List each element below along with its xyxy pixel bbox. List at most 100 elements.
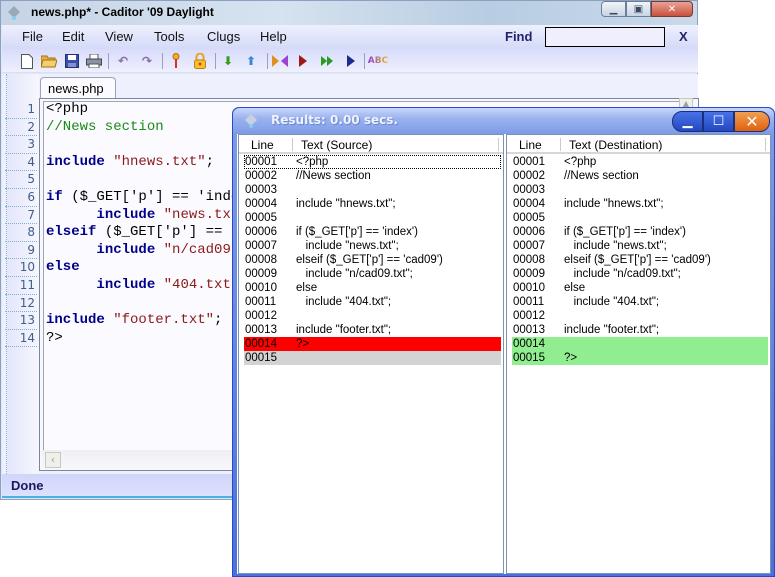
move-up-button[interactable]: ⬆ <box>243 53 259 69</box>
move-down-button[interactable]: ⬇ <box>220 53 236 69</box>
diff-row[interactable]: 00006 if ($_GET['p'] == 'index') <box>512 225 768 239</box>
diff-row[interactable]: 00015 <box>244 351 501 365</box>
diff-line-text: if ($_GET['p'] == 'index') <box>564 226 686 238</box>
menu-clugs[interactable]: Clugs <box>207 29 240 44</box>
line-number: 10 <box>5 259 37 277</box>
maximize-button[interactable]: ▣ <box>626 1 651 17</box>
diff-row[interactable]: 00009 include "n/cad09.txt"; <box>512 267 768 281</box>
step-button[interactable] <box>343 53 359 69</box>
save-button[interactable] <box>64 53 80 69</box>
maximize-icon: ▣ <box>633 3 644 15</box>
diff-line-number: 00007 <box>513 240 545 252</box>
diff-row[interactable]: 00003 <box>244 183 501 197</box>
toolbar-separator <box>364 53 365 69</box>
column-divider[interactable] <box>498 138 499 151</box>
diff-row[interactable]: 00007 include "news.txt"; <box>244 239 501 253</box>
destination-pane[interactable]: Line Text (Destination) 00001 <?php 00002 /… <box>506 134 771 574</box>
column-header-text[interactable]: Text (Destination) <box>569 138 662 152</box>
find-input[interactable] <box>545 27 665 47</box>
diff-row[interactable]: 00004 include "hnews.txt"; <box>512 197 768 211</box>
open-button[interactable] <box>41 53 57 69</box>
menu-edit[interactable]: Edit <box>62 29 84 44</box>
column-header-text[interactable]: Text (Source) <box>301 138 372 152</box>
diff-row[interactable]: 00010 else <box>512 281 768 295</box>
diff-row[interactable]: 00014 ?> <box>244 337 501 351</box>
close-button[interactable]: ✕ <box>651 1 693 17</box>
menu-tools[interactable]: Tools <box>154 29 184 44</box>
fast-forward-button[interactable] <box>319 53 335 69</box>
diff-row[interactable]: 00010 else <box>244 281 501 295</box>
key-button[interactable] <box>168 53 184 69</box>
menu-file[interactable]: File <box>22 29 43 44</box>
column-divider[interactable] <box>560 138 561 151</box>
column-header-line[interactable]: Line <box>251 138 274 152</box>
lock-button[interactable] <box>192 53 208 69</box>
spellcheck-button[interactable]: ABC <box>368 53 388 69</box>
diff-row[interactable]: 00004 include "hnews.txt"; <box>244 197 501 211</box>
destination-header: Line Text (Destination) <box>507 135 770 154</box>
line-number: 14 <box>5 330 37 348</box>
column-header-line[interactable]: Line <box>519 138 542 152</box>
print-button[interactable] <box>86 53 102 69</box>
line-numbers: 1 2 3 4 5 6 7 8 9 10 11 12 13 14 <box>5 101 37 348</box>
diff-row[interactable]: 00012 <box>244 309 501 323</box>
redo-icon: ↷ <box>141 54 153 68</box>
diff-row[interactable]: 00002 //News section <box>244 169 501 183</box>
diff-row[interactable]: 00006 if ($_GET['p'] == 'index') <box>244 225 501 239</box>
diff-row[interactable]: 00002 //News section <box>512 169 768 183</box>
diff-row[interactable]: 00011 include "404.txt"; <box>512 295 768 309</box>
diff-row[interactable]: 00009 include "n/cad09.txt"; <box>244 267 501 281</box>
diff-line-number: 00003 <box>245 184 277 196</box>
diff-row[interactable]: 00011 include "404.txt"; <box>244 295 501 309</box>
diff-row[interactable]: 00013 include "footer.txt"; <box>244 323 501 337</box>
diff-line-text: ?> <box>296 338 310 350</box>
compare-button[interactable] <box>272 53 288 69</box>
results-close-button[interactable]: ✕ <box>734 111 770 132</box>
diff-line-number: 00004 <box>245 198 277 210</box>
redo-button[interactable]: ↷ <box>139 53 155 69</box>
tab-news-php[interactable]: news.php <box>40 77 116 99</box>
diff-row[interactable]: 00001 <?php <box>244 155 501 169</box>
key-icon <box>172 53 180 68</box>
diff-row[interactable]: 00001 <?php <box>512 155 768 169</box>
code-string: "footer.txt" <box>113 312 215 329</box>
results-title-bar[interactable]: Results: 0.00 secs. ▁ ☐ ✕ <box>233 108 774 134</box>
results-minimize-button[interactable]: ▁ <box>672 111 703 132</box>
diff-line-number: 00015 <box>245 352 277 364</box>
results-title: Results: 0.00 secs. <box>271 113 398 127</box>
diff-line-number: 00014 <box>513 338 545 350</box>
line-number: 13 <box>5 312 37 330</box>
minimize-icon: ▁ <box>609 3 618 15</box>
minimize-button[interactable]: ▁ <box>601 1 626 17</box>
diff-row[interactable]: 00014 <box>512 337 768 351</box>
close-icon: ✕ <box>745 112 759 131</box>
source-pane[interactable]: Line Text (Source) 00001 <?php 00002 //News… <box>238 134 504 574</box>
diff-line-number: 00009 <box>245 268 277 280</box>
column-divider[interactable] <box>292 138 293 151</box>
diff-row[interactable]: 00008 elseif ($_GET['p'] == 'cad09') <box>244 253 501 267</box>
results-maximize-button[interactable]: ☐ <box>703 111 734 132</box>
new-file-button[interactable] <box>19 53 35 69</box>
find-close-button[interactable]: X <box>679 29 688 44</box>
menu-help[interactable]: Help <box>260 29 287 44</box>
diff-row[interactable]: 00003 <box>512 183 768 197</box>
diff-row[interactable]: 00013 include "footer.txt"; <box>512 323 768 337</box>
title-bar[interactable]: news.php* - Caditor '09 Daylight ▁ ▣ ✕ <box>1 1 697 25</box>
undo-button[interactable]: ↶ <box>115 53 131 69</box>
diff-line-text: include "news.txt"; <box>564 240 667 252</box>
line-number: 2 <box>5 119 37 137</box>
diff-row[interactable]: 00012 <box>512 309 768 323</box>
diff-row[interactable]: 00015 ?> <box>512 351 768 365</box>
chevron-left-icon: ‹ <box>50 453 56 466</box>
diff-row[interactable]: 00005 <box>244 211 501 225</box>
diff-row[interactable]: 00008 elseif ($_GET['p'] == 'cad09') <box>512 253 768 267</box>
run-button[interactable] <box>295 53 311 69</box>
menu-view[interactable]: View <box>105 29 133 44</box>
diff-row[interactable]: 00005 <box>512 211 768 225</box>
diff-row[interactable]: 00007 include "news.txt"; <box>512 239 768 253</box>
scroll-left-button[interactable]: ‹ <box>45 452 61 468</box>
column-divider[interactable] <box>765 138 766 151</box>
